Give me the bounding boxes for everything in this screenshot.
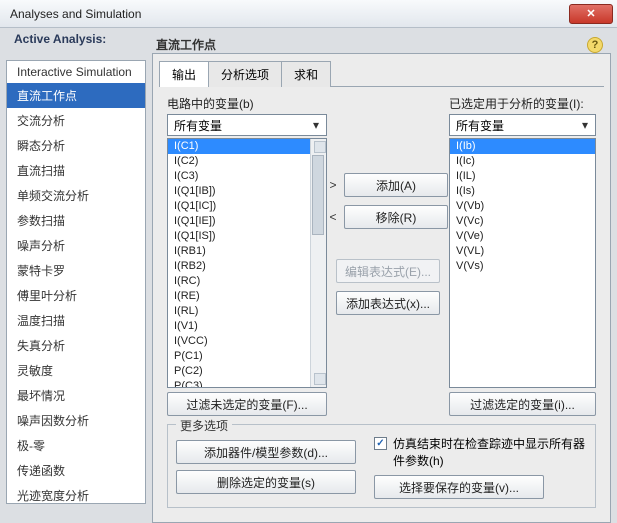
scrollbar[interactable] [310,139,326,387]
edit-expression-button: 编辑表达式(E)... [336,259,440,283]
active-analysis-label: Active Analysis: [14,32,106,46]
list-item[interactable]: I(Ic) [450,154,595,169]
list-item[interactable]: I(RL) [168,304,326,319]
list-item[interactable]: I(Q1[IB]) [168,184,326,199]
list-item[interactable]: V(Ve) [450,229,595,244]
list-item[interactable]: I(Is) [450,184,595,199]
left-variables-combo[interactable]: 所有变量 ▾ [167,114,327,136]
list-item[interactable]: I(RE) [168,289,326,304]
sidebar-item[interactable]: 传递函数 [7,458,145,483]
list-item[interactable]: I(Ib) [450,139,595,154]
right-combo-value: 所有变量 [456,117,504,134]
right-variables-combo[interactable]: 所有变量 ▾ [449,114,596,136]
help-icon[interactable]: ? [587,37,603,53]
sidebar-item[interactable]: Interactive Simulation [7,61,145,83]
right-variables-listbox[interactable]: I(Ib)I(Ic)I(IL)I(Is)V(Vb)V(Vc)V(Ve)V(VL)… [449,138,596,388]
filter-unselected-button[interactable]: 过滤未选定的变量(F)... [167,392,327,416]
add-component-params-button[interactable]: 添加器件/模型参数(d)... [176,440,356,464]
sidebar-item[interactable]: 交流分析 [7,108,145,133]
arrow-right-icon: > [328,178,338,192]
sidebar-item[interactable]: 直流扫描 [7,158,145,183]
tab[interactable]: 分析选项 [208,61,282,87]
list-item[interactable]: I(RB1) [168,244,326,259]
list-item[interactable]: V(VL) [450,244,595,259]
list-item[interactable]: I(IL) [450,169,595,184]
left-variables-label: 电路中的变量(b) [167,95,327,112]
sidebar-item[interactable]: 单频交流分析 [7,183,145,208]
list-item[interactable]: I(Q1[IE]) [168,214,326,229]
left-variables-listbox[interactable]: I(C1)I(C2)I(C3)I(Q1[IB])I(Q1[IC])I(Q1[IE… [167,138,327,388]
chevron-down-icon: ▾ [308,117,324,133]
list-item[interactable]: P(C3) [168,379,326,388]
arrow-left-icon: < [328,210,338,224]
delete-selected-vars-button[interactable]: 删除选定的变量(s) [176,470,356,494]
list-item[interactable]: I(VCC) [168,334,326,349]
analysis-sidebar: Interactive Simulation直流工作点交流分析瞬态分析直流扫描单… [6,60,146,504]
list-item[interactable]: V(Vs) [450,259,595,274]
list-item[interactable]: I(C2) [168,154,326,169]
sidebar-item[interactable]: 极-零 [7,433,145,458]
show-all-params-checkbox[interactable]: ✓ [374,437,387,450]
more-options-group: 更多选项 添加器件/模型参数(d)... 删除选定的变量(s) ✓ 仿真结束时在… [167,424,596,508]
remove-button[interactable]: 移除(R) [344,205,448,229]
tab[interactable]: 求和 [281,61,331,87]
list-item[interactable]: I(Q1[IS]) [168,229,326,244]
scroll-thumb[interactable] [312,155,324,235]
sidebar-item[interactable]: 噪声因数分析 [7,408,145,433]
sidebar-item[interactable]: 失真分析 [7,333,145,358]
add-button[interactable]: 添加(A) [344,173,448,197]
close-button[interactable]: ✕ [569,4,613,24]
panel-title: 直流工作点 [156,36,216,53]
sidebar-item[interactable]: 蒙特卡罗 [7,258,145,283]
sidebar-item[interactable]: 参数扫描 [7,208,145,233]
sidebar-item[interactable]: 噪声分析 [7,233,145,258]
list-item[interactable]: P(C2) [168,364,326,379]
sidebar-item[interactable]: 直流工作点 [7,83,145,108]
window-title: Analyses and Simulation [10,7,141,21]
list-item[interactable]: V(Vb) [450,199,595,214]
list-item[interactable]: I(C3) [168,169,326,184]
list-item[interactable]: P(C1) [168,349,326,364]
list-item[interactable]: V(Vc) [450,214,595,229]
sidebar-item[interactable]: 温度扫描 [7,308,145,333]
list-item[interactable]: I(Q1[IC]) [168,199,326,214]
more-options-legend: 更多选项 [176,417,232,434]
list-item[interactable]: I(V1) [168,319,326,334]
sidebar-item[interactable]: 最坏情况 [7,383,145,408]
chevron-down-icon: ▾ [577,117,593,133]
tab[interactable]: 输出 [159,61,209,87]
right-variables-label: 已选定用于分析的变量(I): [449,95,596,112]
list-item[interactable]: I(C1) [168,139,326,154]
filter-selected-button[interactable]: 过滤选定的变量(i)... [449,392,596,416]
sidebar-item[interactable]: 灵敏度 [7,358,145,383]
list-item[interactable]: I(RB2) [168,259,326,274]
sidebar-item[interactable]: 傅里叶分析 [7,283,145,308]
choose-save-vars-button[interactable]: 选择要保存的变量(v)... [374,475,544,499]
sidebar-item[interactable]: 光迹宽度分析 [7,483,145,504]
list-item[interactable]: I(RC) [168,274,326,289]
show-all-params-label: 仿真结束时在检查踪迹中显示所有器件参数(h) [393,435,587,469]
sidebar-item[interactable]: 瞬态分析 [7,133,145,158]
add-expression-button[interactable]: 添加表达式(x)... [336,291,440,315]
left-combo-value: 所有变量 [174,117,222,134]
